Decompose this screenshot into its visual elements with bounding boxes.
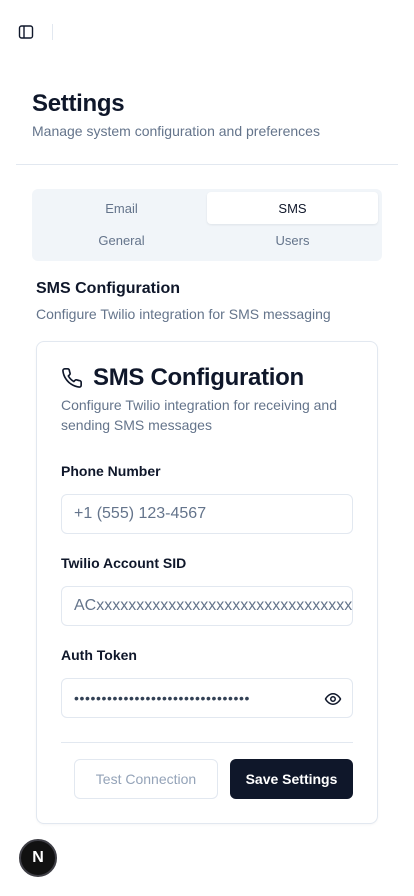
sms-config-card: SMS Configuration Configure Twilio integ… — [36, 341, 378, 824]
tab-general[interactable]: General — [36, 224, 207, 256]
section-heading: SMS Configuration — [36, 280, 180, 297]
section-description: Configure Twilio integration for SMS mes… — [36, 306, 331, 322]
header-divider — [16, 164, 398, 165]
auth-token-label: Auth Token — [61, 647, 137, 663]
card-description: Configure Twilio integration for receivi… — [61, 397, 338, 433]
save-settings-button[interactable]: Save Settings — [230, 759, 353, 799]
sidebar-toggle-icon[interactable] — [16, 22, 36, 42]
test-connection-button[interactable]: Test Connection — [74, 759, 218, 799]
page-header: Settings Manage system configuration and… — [32, 88, 392, 141]
tab-sms[interactable]: SMS — [207, 192, 378, 224]
account-sid-label: Twilio Account SID — [61, 555, 187, 571]
auth-token-value: •••••••••••••••••••••••••••••••• — [74, 690, 251, 706]
tab-email[interactable]: Email — [36, 192, 207, 224]
settings-tabs: Email SMS General Users — [32, 189, 382, 261]
phone-number-input[interactable]: +1 (555) 123-4567 — [61, 494, 353, 534]
tab-users[interactable]: Users — [207, 224, 378, 256]
account-sid-input[interactable]: ACxxxxxxxxxxxxxxxxxxxxxxxxxxxxxxxx — [61, 586, 353, 626]
phone-icon — [61, 367, 83, 389]
page-title: Settings — [32, 90, 125, 117]
topbar-divider — [52, 24, 53, 40]
top-bar — [0, 0, 414, 64]
card-divider — [61, 742, 353, 743]
phone-number-label: Phone Number — [61, 463, 161, 479]
eye-icon[interactable] — [324, 690, 342, 708]
page-subtitle: Manage system configuration and preferen… — [32, 123, 320, 139]
card-title: SMS Configuration — [93, 364, 304, 391]
auth-token-input[interactable]: •••••••••••••••••••••••••••••••• — [61, 678, 353, 718]
next-dev-badge[interactable]: N — [19, 839, 57, 877]
card-header: SMS Configuration — [61, 364, 304, 392]
